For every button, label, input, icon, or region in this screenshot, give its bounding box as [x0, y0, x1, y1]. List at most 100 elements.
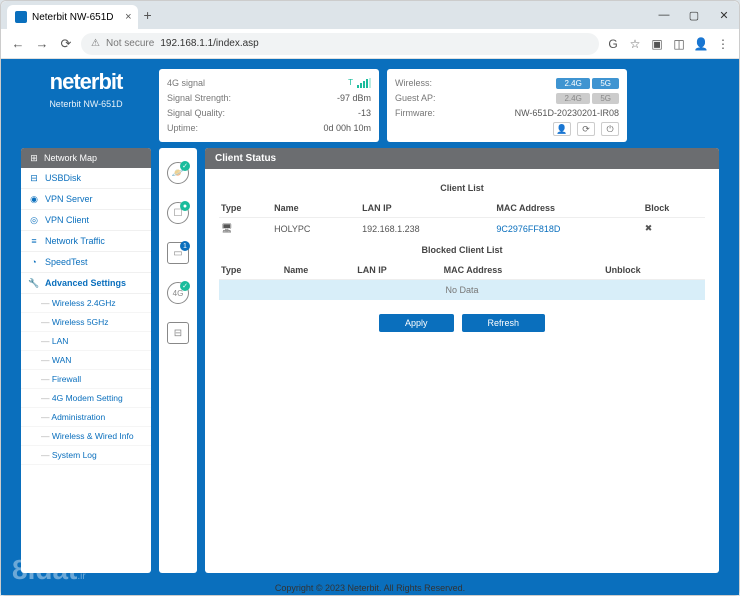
col-ip: LAN IP — [360, 199, 494, 218]
watermark: 8idat.ir — [12, 554, 86, 586]
close-tab-icon[interactable]: × — [125, 11, 131, 23]
address-bar[interactable]: ⚠ Not secure 192.168.1.1/index.asp — [81, 33, 599, 55]
firmware-label: Firmware: — [395, 108, 435, 118]
block-button[interactable]: ✖ — [645, 223, 653, 233]
guest-5g-badge[interactable]: 5G — [592, 93, 619, 104]
status-dot: ✓ — [180, 161, 190, 171]
bcol-unblock: Unblock — [603, 261, 705, 280]
col-block: Block — [643, 199, 705, 218]
sub-syslog[interactable]: System Log — [21, 446, 151, 465]
sub-wiredinfo[interactable]: Wireless & Wired Info — [21, 427, 151, 446]
reboot-button[interactable]: ⟳ — [577, 122, 595, 136]
reload-button[interactable]: ⟳ — [57, 35, 75, 53]
signal-strength-value: -97 dBm — [337, 93, 371, 103]
signal-quality-value: -13 — [358, 108, 371, 118]
tab-title: Neterbit NW-651D — [32, 12, 114, 23]
guest-24g-badge[interactable]: 2.4G — [556, 93, 589, 104]
globe-icon[interactable]: 🪐✓ — [167, 162, 189, 184]
bcol-ip: LAN IP — [355, 261, 441, 280]
router-icon[interactable]: ☐● — [167, 202, 189, 224]
sub-4gmodem[interactable]: 4G Modem Setting — [21, 389, 151, 408]
sidebar-advanced[interactable]: 🔧Advanced Settings — [21, 273, 151, 294]
logo-block: neterbit Neterbit NW-651D — [21, 69, 151, 142]
client-ip: 192.168.1.238 — [360, 218, 494, 240]
clients-icon[interactable]: ▭1 — [167, 242, 189, 264]
wifi-5g-badge[interactable]: 5G — [592, 78, 619, 89]
sidebar-speedtest[interactable]: ◔SpeedTest — [21, 252, 151, 273]
sub-lan[interactable]: LAN — [21, 332, 151, 351]
signal-quality-label: Signal Quality: — [167, 108, 225, 118]
star-icon[interactable]: ☆ — [627, 36, 643, 52]
panel-icon[interactable]: ◫ — [671, 36, 687, 52]
signal-4g-label: 4G signal — [167, 78, 205, 88]
vpn-client-icon: ◎ — [29, 215, 39, 225]
col-type: Type — [219, 199, 272, 218]
bcol-mac: MAC Address — [442, 261, 604, 280]
device-column: 🪐✓ ☐● ▭1 4G✓ ⊟ — [159, 148, 197, 573]
signal-panel: 4G signal T Signal Strength: -97 dBm Sign… — [159, 69, 379, 142]
sidebar-traffic[interactable]: ≡Network Traffic — [21, 231, 151, 252]
close-window-button[interactable]: ✕ — [709, 1, 739, 29]
sub-wireless5[interactable]: Wireless 5GHz — [21, 313, 151, 332]
signal-strength-label: Signal Strength: — [167, 93, 231, 103]
new-tab-button[interactable]: + — [144, 7, 152, 23]
client-mac[interactable]: 9C2976FF818D — [494, 218, 642, 240]
google-icon[interactable]: G — [605, 36, 621, 52]
wireless-panel: Wireless: 2.4G 5G Guest AP: 2.4G 5G Firm… — [387, 69, 627, 142]
sidebar-header[interactable]: ⊞Network Map — [21, 148, 151, 168]
sub-wireless24[interactable]: Wireless 2.4GHz — [21, 294, 151, 313]
col-mac: MAC Address — [494, 199, 642, 218]
sidebar-vpnserver[interactable]: ◉VPN Server — [21, 189, 151, 210]
security-label: Not secure — [106, 38, 154, 49]
bcol-type: Type — [219, 261, 282, 280]
wifi-24g-badge[interactable]: 2.4G — [556, 78, 589, 89]
forward-button[interactable]: → — [33, 35, 51, 53]
network-map-icon: ⊞ — [29, 153, 39, 163]
status-dot: ● — [180, 201, 190, 211]
maximize-button[interactable]: ▢ — [679, 1, 709, 29]
browser-tab[interactable]: Neterbit NW-651D × — [7, 5, 138, 29]
extensions-icon[interactable]: ▣ — [649, 36, 665, 52]
col-name: Name — [272, 199, 360, 218]
traffic-icon: ≡ — [29, 236, 39, 246]
signal-bars-icon: T — [348, 78, 371, 88]
pc-icon: 🖥 — [221, 223, 232, 233]
no-data-row: No Data — [219, 280, 705, 300]
usb-icon: ⊟ — [29, 173, 39, 183]
power-button[interactable]: ⏻ — [601, 122, 619, 136]
4g-icon[interactable]: 4G✓ — [167, 282, 189, 304]
minimize-button[interactable]: — — [649, 1, 679, 29]
status-dot: ✓ — [180, 281, 190, 291]
wireless-label: Wireless: — [395, 78, 432, 88]
sidebar-usbdisk[interactable]: ⊟USBDisk — [21, 168, 151, 189]
user-button[interactable]: 👤 — [553, 122, 571, 136]
client-name: HOLYPC — [272, 218, 360, 240]
blocked-table: TypeNameLAN IPMAC AddressUnblock — [219, 261, 705, 280]
sidebar-vpnclient[interactable]: ◎VPN Client — [21, 210, 151, 231]
guestap-label: Guest AP: — [395, 93, 436, 103]
url-text: 192.168.1.1/index.asp — [160, 38, 258, 49]
refresh-button[interactable]: Refresh — [462, 314, 546, 332]
sub-wan[interactable]: WAN — [21, 351, 151, 370]
sidebar: ⊞Network Map ⊟USBDisk ◉VPN Server ◎VPN C… — [21, 148, 151, 573]
table-row: 🖥 HOLYPC 192.168.1.238 9C2976FF818D ✖ — [219, 218, 705, 240]
model-name: Neterbit NW-651D — [21, 99, 151, 109]
vpn-server-icon: ◉ — [29, 194, 39, 204]
uptime-label: Uptime: — [167, 123, 198, 133]
uptime-value: 0d 00h 10m — [323, 123, 371, 133]
speed-icon: ◔ — [29, 257, 39, 267]
brand-name: neterbit — [21, 69, 151, 95]
detail-panel: Client Status Client List TypeNameLAN IP… — [205, 148, 719, 573]
client-list-title: Client List — [219, 177, 705, 199]
storage-icon[interactable]: ⊟ — [167, 322, 189, 344]
favicon — [15, 11, 27, 23]
back-button[interactable]: ← — [9, 35, 27, 53]
client-count-badge: 1 — [180, 241, 190, 251]
sub-admin[interactable]: Administration — [21, 408, 151, 427]
profile-icon[interactable]: 👤 — [693, 36, 709, 52]
firmware-value[interactable]: NW-651D-20230201-IR08 — [515, 108, 619, 118]
sub-firewall[interactable]: Firewall — [21, 370, 151, 389]
menu-icon[interactable]: ⋮ — [715, 36, 731, 52]
apply-button[interactable]: Apply — [379, 314, 454, 332]
bcol-name: Name — [282, 261, 355, 280]
